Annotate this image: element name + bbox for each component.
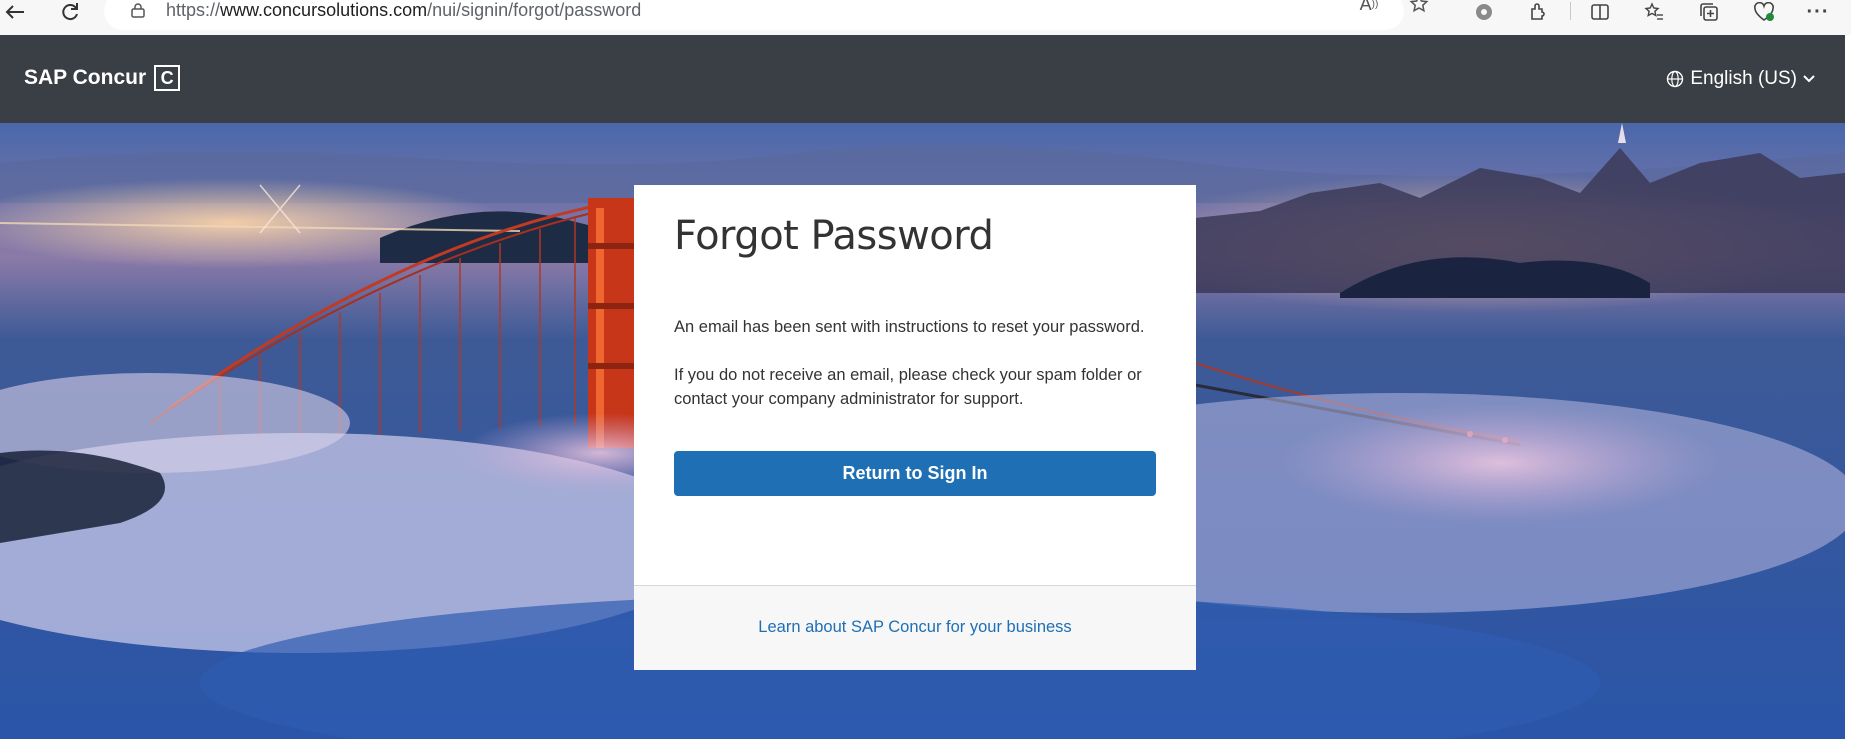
logo-mark: C (160, 68, 174, 88)
toolbar-divider (1570, 2, 1571, 20)
sap-concur-logo[interactable]: SAP Concur C (24, 65, 181, 91)
url-path: /nui/signin/forgot/password (427, 0, 642, 20)
back-icon (5, 5, 24, 19)
collections-icon[interactable] (1692, 0, 1726, 24)
extensions-icon[interactable] (1521, 0, 1555, 24)
browser-essentials-icon[interactable] (1747, 0, 1781, 24)
logo-mark-icon: C (154, 65, 181, 91)
settings-gear-icon[interactable] (1467, 0, 1501, 24)
page-title: Forgot Password (674, 213, 994, 259)
logo-text: SAP Concur (24, 66, 147, 89)
favorites-icon[interactable] (1637, 0, 1671, 24)
read-aloud-icon[interactable]: A)) (1354, 0, 1384, 16)
address-bar[interactable]: https://www.concursolutions.com/nui/sign… (104, 0, 1429, 30)
learn-about-concur-link[interactable]: Learn about SAP Concur for your business (634, 618, 1196, 637)
url-prefix: https:// (166, 0, 221, 20)
browser-toolbar: https://www.concursolutions.com/nui/sign… (0, 0, 1851, 35)
globe-icon (1667, 70, 1684, 88)
help-message: If you do not receive an email, please c… (674, 366, 1142, 408)
favorite-star-icon[interactable] (1404, 0, 1434, 16)
lock-icon (131, 3, 145, 18)
back-button[interactable] (0, 0, 30, 24)
split-screen-icon[interactable] (1583, 0, 1617, 24)
forgot-password-card: Forgot Password An email has been sent w… (634, 185, 1196, 670)
refresh-icon (62, 3, 78, 21)
return-to-sign-in-button[interactable]: Return to Sign In (674, 451, 1156, 496)
site-header: SAP Concur C English (US) (0, 35, 1845, 123)
email-sent-message: An email has been sent with instructions… (674, 318, 1145, 336)
chevron-down-icon (1803, 75, 1815, 83)
language-label: English (US) (1690, 68, 1797, 89)
language-selector[interactable]: English (US) (1666, 68, 1815, 90)
url-text[interactable]: https://www.concursolutions.com/nui/sign… (166, 0, 641, 21)
card-footer: Learn about SAP Concur for your business (634, 585, 1196, 670)
refresh-button[interactable] (55, 0, 85, 24)
url-host: www.concursolutions.com (220, 0, 428, 20)
more-icon[interactable]: ··· (1801, 0, 1835, 24)
